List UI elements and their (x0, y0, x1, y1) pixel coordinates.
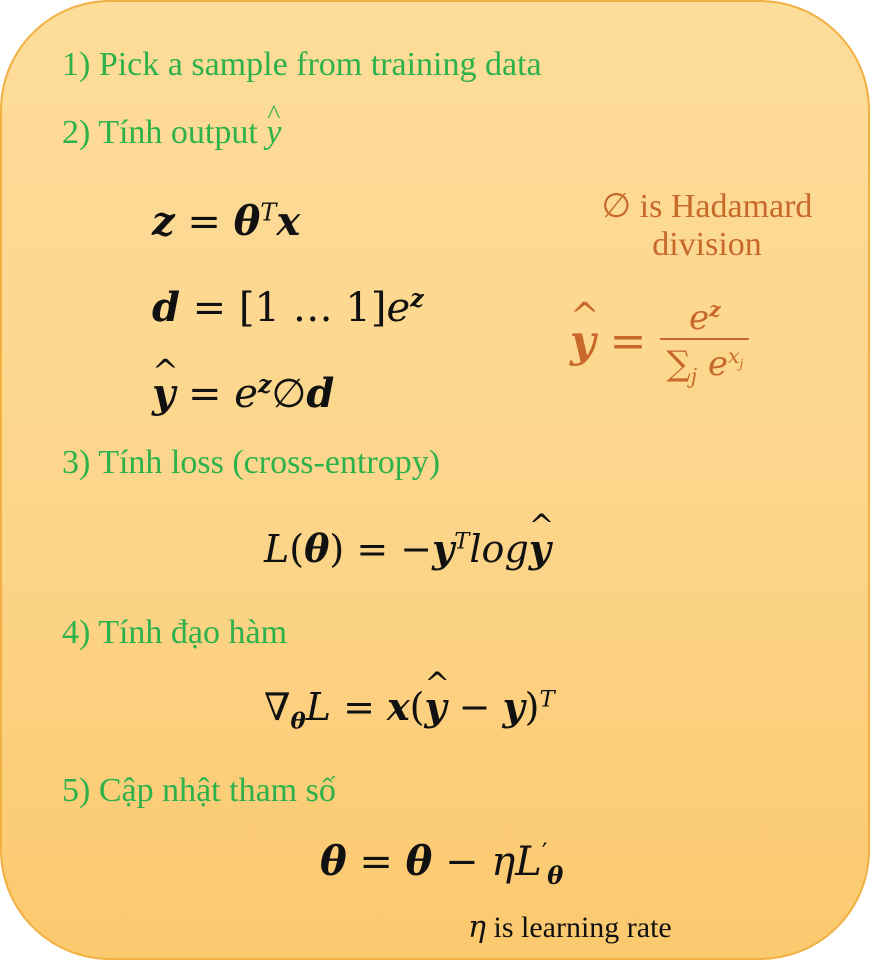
equation-update: θ = θ − ηL′θ (320, 838, 564, 890)
learning-rate-note: η is learning rate (468, 910, 672, 945)
equation-gradient: ∇θL = x(y − y)T (264, 667, 555, 733)
equation-y-hat: y = ez∅d (152, 352, 334, 417)
y-hat-symbol: y (266, 99, 281, 152)
equation-loss: L(θ) = −yTlogy (264, 509, 551, 571)
equation-z: z = θTx (152, 198, 301, 245)
step-3-label: 3) Tính loss (cross-entropy) (62, 444, 441, 481)
step-1-label: 1) Pick a sample from training data (62, 46, 542, 83)
eta-symbol: η (468, 910, 486, 945)
step-2-label: 2) Tính output y (62, 99, 282, 152)
equation-d: d = [1 … 1]ez (152, 283, 424, 331)
hadamard-note: ∅ is Hadamard division (601, 188, 813, 263)
softmax-formula: y = ez ∑j exj (570, 296, 750, 386)
algorithm-card: 1) Pick a sample from training data 2) T… (0, 0, 870, 960)
step-4-label: 4) Tính đạo hàm (62, 614, 288, 651)
step-5-label: 5) Cập nhật tham số (62, 772, 336, 809)
